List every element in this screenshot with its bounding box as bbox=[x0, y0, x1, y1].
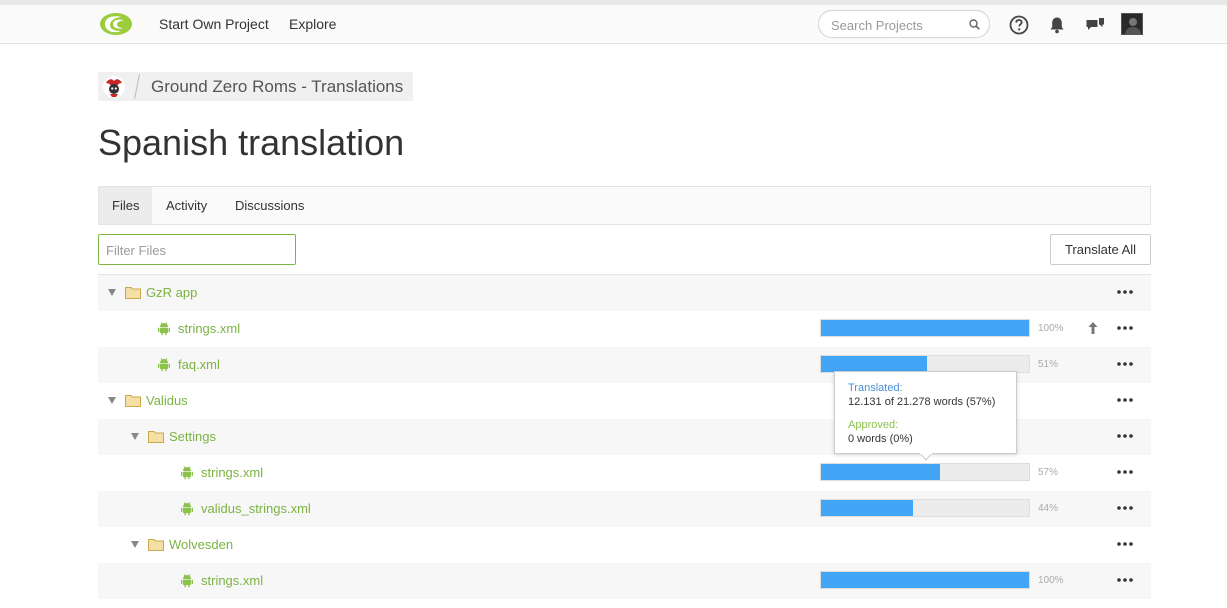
filter-files-input[interactable] bbox=[106, 241, 286, 259]
file-name-link[interactable]: strings.xml bbox=[201, 465, 263, 480]
tooltip-approved-value: 0 words (0%) bbox=[848, 433, 913, 445]
folder-icon bbox=[125, 287, 141, 299]
folder-name[interactable]: Settings bbox=[169, 429, 216, 444]
expand-caret-icon[interactable] bbox=[131, 541, 139, 548]
folder-row[interactable]: GzR app bbox=[98, 275, 1151, 311]
expand-caret-icon[interactable] bbox=[108, 397, 116, 404]
progress-tooltip: Translated: 12.131 of 21.278 words (57%)… bbox=[834, 371, 1017, 454]
expand-caret-icon[interactable] bbox=[108, 289, 116, 296]
file-row[interactable]: validus_strings.xml 44% bbox=[98, 491, 1151, 527]
more-dots-icon[interactable] bbox=[1116, 465, 1134, 479]
file-row[interactable]: strings.xml 100% bbox=[98, 563, 1151, 599]
search-icon[interactable] bbox=[969, 19, 980, 30]
progress-bar[interactable] bbox=[820, 571, 1030, 589]
progress-fill bbox=[821, 500, 913, 516]
file-name-link[interactable]: strings.xml bbox=[178, 321, 240, 336]
chat-icon[interactable] bbox=[1084, 14, 1106, 36]
progress-percent: 44% bbox=[1038, 503, 1059, 514]
translate-all-button[interactable]: Translate All bbox=[1050, 234, 1151, 265]
tab-bar: Files Activity Discussions bbox=[98, 186, 1151, 225]
tooltip-approved-label: Approved: bbox=[848, 419, 899, 431]
project-avatar-icon[interactable] bbox=[102, 75, 126, 99]
folder-name[interactable]: Validus bbox=[146, 393, 188, 408]
folder-icon bbox=[125, 395, 141, 407]
folder-icon bbox=[148, 539, 164, 551]
start-own-project-link[interactable]: Start Own Project bbox=[159, 16, 269, 32]
folder-icon bbox=[148, 431, 164, 443]
progress-fill bbox=[821, 464, 940, 480]
progress-bar[interactable] bbox=[820, 463, 1030, 481]
tab-activity[interactable]: Activity bbox=[153, 187, 220, 224]
tooltip-arrow bbox=[920, 453, 932, 461]
file-name-link[interactable]: strings.xml bbox=[201, 573, 263, 588]
folder-name[interactable]: Wolvesden bbox=[169, 537, 233, 552]
bell-icon[interactable] bbox=[1046, 14, 1068, 36]
upload-arrow-icon[interactable] bbox=[1087, 321, 1099, 335]
android-file-icon bbox=[181, 502, 193, 516]
progress-percent: 100% bbox=[1038, 323, 1064, 334]
search-input[interactable] bbox=[831, 16, 971, 34]
navbar: Start Own Project Explore bbox=[0, 5, 1227, 44]
more-dots-icon[interactable] bbox=[1116, 501, 1134, 515]
android-file-icon bbox=[181, 574, 193, 588]
file-name-link[interactable]: validus_strings.xml bbox=[201, 501, 311, 516]
android-file-icon bbox=[181, 466, 193, 480]
search-box[interactable] bbox=[818, 10, 990, 38]
more-dots-icon[interactable] bbox=[1116, 573, 1134, 587]
progress-fill bbox=[821, 320, 1029, 336]
breadcrumb-project-link[interactable]: Ground Zero Roms - Translations bbox=[151, 77, 403, 97]
more-dots-icon[interactable] bbox=[1116, 393, 1134, 407]
more-dots-icon[interactable] bbox=[1116, 429, 1134, 443]
crowdin-logo-icon[interactable] bbox=[99, 12, 133, 36]
progress-percent: 100% bbox=[1038, 575, 1064, 586]
tab-discussions[interactable]: Discussions bbox=[222, 187, 317, 224]
page-title: Spanish translation bbox=[98, 122, 405, 163]
more-dots-icon[interactable] bbox=[1116, 357, 1134, 371]
explore-link[interactable]: Explore bbox=[289, 16, 336, 32]
tooltip-translated-label: Translated: bbox=[848, 382, 903, 394]
breadcrumb-separator bbox=[134, 73, 140, 100]
breadcrumb: Ground Zero Roms - Translations bbox=[98, 72, 413, 101]
more-dots-icon[interactable] bbox=[1116, 321, 1134, 335]
progress-fill bbox=[821, 356, 928, 372]
tab-files[interactable]: Files bbox=[99, 187, 153, 224]
tooltip-translated-value: 12.131 of 21.278 words (57%) bbox=[848, 396, 996, 408]
user-avatar[interactable] bbox=[1121, 13, 1143, 35]
progress-bar[interactable] bbox=[820, 319, 1030, 337]
file-row[interactable]: strings.xml 57% bbox=[98, 455, 1151, 491]
more-dots-icon[interactable] bbox=[1116, 285, 1134, 299]
file-name-link[interactable]: faq.xml bbox=[178, 357, 220, 372]
progress-percent: 57% bbox=[1038, 467, 1059, 478]
android-file-icon bbox=[158, 322, 170, 336]
filter-files-box[interactable] bbox=[98, 234, 296, 265]
more-dots-icon[interactable] bbox=[1116, 537, 1134, 551]
expand-caret-icon[interactable] bbox=[131, 433, 139, 440]
help-icon[interactable] bbox=[1008, 14, 1030, 36]
folder-row[interactable]: Wolvesden bbox=[98, 527, 1151, 563]
folder-name[interactable]: GzR app bbox=[146, 285, 197, 300]
progress-fill bbox=[821, 572, 1029, 588]
progress-bar[interactable] bbox=[820, 499, 1030, 517]
progress-percent: 51% bbox=[1038, 359, 1059, 370]
android-file-icon bbox=[158, 358, 170, 372]
file-row[interactable]: strings.xml 100% bbox=[98, 311, 1151, 347]
